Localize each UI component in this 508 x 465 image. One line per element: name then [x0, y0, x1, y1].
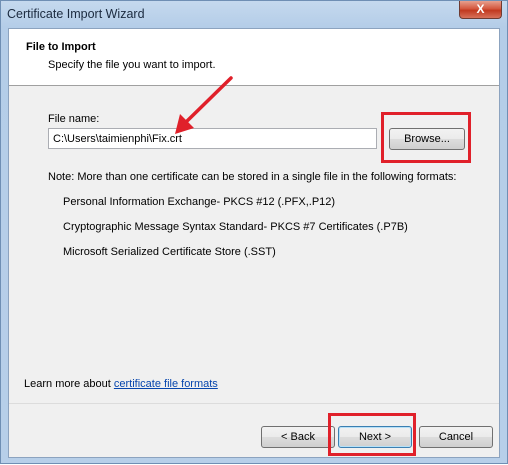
file-name-input[interactable] — [48, 128, 377, 149]
browse-highlight-box — [381, 112, 471, 163]
formats-list: Personal Information Exchange- PKCS #12 … — [63, 196, 408, 271]
page-title: File to Import — [26, 41, 96, 53]
wizard-header: File to Import Specify the file you want… — [9, 29, 499, 86]
wizard-footer: < Back Next > Cancel — [9, 403, 499, 457]
format-item-p7b: Cryptographic Message Syntax Standard- P… — [63, 221, 408, 233]
format-item-pfx: Personal Information Exchange- PKCS #12 … — [63, 196, 336, 208]
file-name-label: File name: — [48, 113, 100, 125]
next-highlight-box — [328, 413, 416, 456]
window-title: Certificate Import Wizard — [7, 7, 145, 21]
cancel-button[interactable]: Cancel — [419, 426, 493, 448]
page-subtitle: Specify the file you want to import. — [48, 59, 216, 71]
certificate-file-formats-link[interactable]: certificate file formats — [114, 378, 218, 390]
close-icon: X — [476, 2, 485, 16]
learn-more-text: Learn more about certificate file format… — [24, 378, 218, 390]
close-button[interactable]: X — [459, 1, 502, 19]
wizard-client-area: File to Import Specify the file you want… — [8, 28, 500, 458]
format-item-sst: Microsoft Serialized Certificate Store (… — [63, 246, 276, 258]
certificate-import-wizard-window: Certificate Import Wizard X File to Impo… — [0, 0, 508, 464]
formats-note: Note: More than one certificate can be s… — [48, 171, 457, 183]
learn-more-prefix: Learn more about — [24, 378, 114, 390]
title-bar[interactable]: Certificate Import Wizard X — [1, 1, 507, 28]
back-button[interactable]: < Back — [261, 426, 335, 448]
